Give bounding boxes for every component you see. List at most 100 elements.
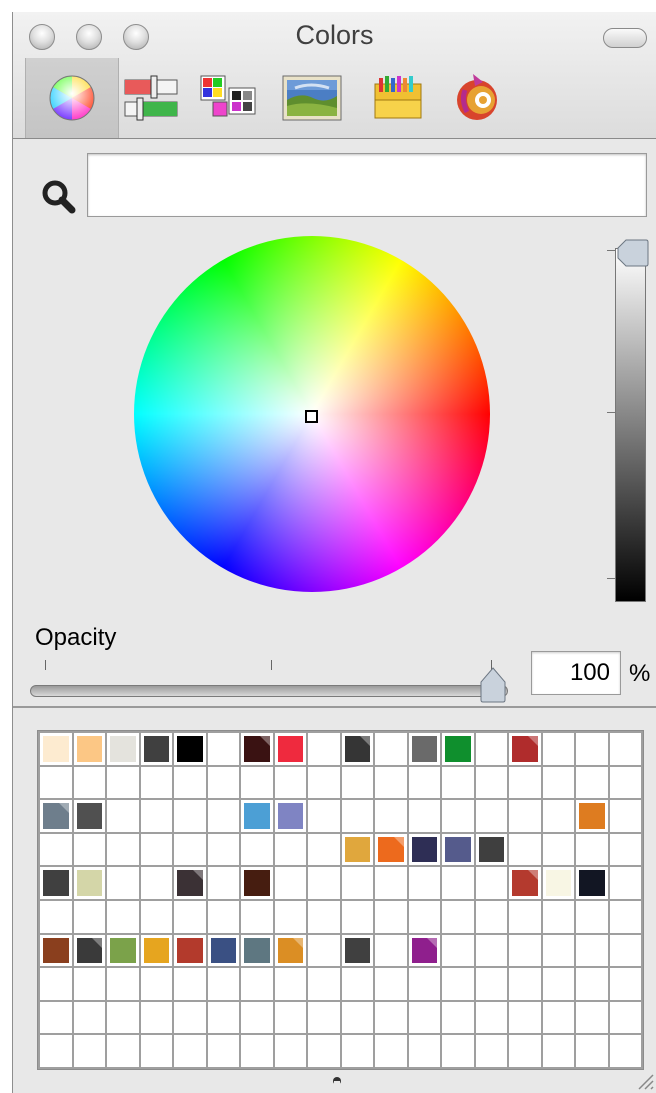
color-swatch[interactable] <box>110 937 136 964</box>
swatch-cell[interactable] <box>308 1001 340 1034</box>
swatch-cell[interactable] <box>408 1001 440 1034</box>
swatch-cell[interactable] <box>408 733 440 765</box>
swatch-cell[interactable] <box>174 1001 206 1034</box>
swatch-cell[interactable] <box>408 1035 440 1067</box>
swatch-cell[interactable] <box>442 867 474 899</box>
swatch-cell[interactable] <box>308 733 340 765</box>
swatch-cell[interactable] <box>241 968 273 1000</box>
swatch-cell[interactable] <box>609 766 641 799</box>
swatch-cell[interactable] <box>140 867 172 899</box>
swatch-cell[interactable] <box>576 867 608 899</box>
color-swatch[interactable] <box>344 836 370 863</box>
swatch-cell[interactable] <box>509 901 541 933</box>
swatch-cell[interactable] <box>140 1001 172 1034</box>
swatch-cell[interactable] <box>241 766 273 799</box>
image-palettes-tab[interactable] <box>281 68 345 128</box>
swatch-cell[interactable] <box>375 1035 407 1067</box>
swatch-cell[interactable] <box>174 800 206 832</box>
swatch-cell[interactable] <box>308 934 340 967</box>
swatch-cell[interactable] <box>308 968 340 1000</box>
color-swatch[interactable] <box>244 870 270 896</box>
swatch-cell[interactable] <box>576 833 608 866</box>
swatch-cell[interactable] <box>509 1035 541 1067</box>
swatch-cell[interactable] <box>40 833 72 866</box>
swatch-cell[interactable] <box>140 733 172 765</box>
swatch-cell[interactable] <box>375 934 407 967</box>
swatch-cell[interactable] <box>475 867 507 899</box>
search-input[interactable] <box>87 153 647 217</box>
swatch-cell[interactable] <box>274 733 306 765</box>
swatch-cell[interactable] <box>341 1001 373 1034</box>
swatch-cell[interactable] <box>509 766 541 799</box>
swatch-cell[interactable] <box>174 833 206 866</box>
swatch-cell[interactable] <box>576 934 608 967</box>
color-swatch[interactable] <box>277 736 303 762</box>
swatch-cell[interactable] <box>475 1001 507 1034</box>
swatch-cell[interactable] <box>509 968 541 1000</box>
color-swatch[interactable] <box>411 937 437 964</box>
swatch-cell[interactable] <box>609 867 641 899</box>
swatch-cell[interactable] <box>140 800 172 832</box>
swatch-cell[interactable] <box>609 934 641 967</box>
color-swatch[interactable] <box>344 937 370 964</box>
swatch-cell[interactable] <box>40 800 72 832</box>
brightness-slider-knob[interactable] <box>616 238 650 268</box>
swatch-cell[interactable] <box>73 766 105 799</box>
color-swatch[interactable] <box>545 870 571 896</box>
swatch-cell[interactable] <box>40 1035 72 1067</box>
swatch-cell[interactable] <box>274 766 306 799</box>
swatch-cell[interactable] <box>40 934 72 967</box>
swatch-cell[interactable] <box>576 800 608 832</box>
swatch-cell[interactable] <box>308 1035 340 1067</box>
swatch-cell[interactable] <box>274 867 306 899</box>
swatch-cell[interactable] <box>174 766 206 799</box>
swatch-cell[interactable] <box>509 934 541 967</box>
swatch-cell[interactable] <box>140 934 172 967</box>
swatch-cell[interactable] <box>140 901 172 933</box>
swatch-cell[interactable] <box>174 901 206 933</box>
swatch-cell[interactable] <box>408 934 440 967</box>
swatch-cell[interactable] <box>375 800 407 832</box>
swatch-cell[interactable] <box>442 901 474 933</box>
swatch-cell[interactable] <box>609 1001 641 1034</box>
swatch-cell[interactable] <box>107 867 139 899</box>
swatch-cell[interactable] <box>375 766 407 799</box>
swatch-cell[interactable] <box>308 901 340 933</box>
swatch-cell[interactable] <box>107 901 139 933</box>
swatch-cell[interactable] <box>107 934 139 967</box>
swatch-cell[interactable] <box>174 934 206 967</box>
color-swatch[interactable] <box>411 736 437 762</box>
swatch-cell[interactable] <box>73 901 105 933</box>
splitter-grip-icon[interactable] <box>331 1075 343 1087</box>
swatch-cell[interactable] <box>408 766 440 799</box>
swatch-cell[interactable] <box>341 833 373 866</box>
swatch-cell[interactable] <box>274 901 306 933</box>
color-swatch[interactable] <box>143 937 169 964</box>
swatch-cell[interactable] <box>207 901 239 933</box>
swatch-cell[interactable] <box>475 833 507 866</box>
color-swatch[interactable] <box>143 736 169 762</box>
swatch-cell[interactable] <box>341 934 373 967</box>
swatch-cell[interactable] <box>509 800 541 832</box>
swatch-cell[interactable] <box>375 901 407 933</box>
color-swatch[interactable] <box>76 803 102 829</box>
swatch-cell[interactable] <box>542 800 574 832</box>
swatch-cell[interactable] <box>40 1001 72 1034</box>
color-swatch[interactable] <box>277 803 303 829</box>
color-swatch[interactable] <box>76 937 102 964</box>
swatch-cell[interactable] <box>442 1001 474 1034</box>
color-wheel-cursor[interactable] <box>305 410 318 423</box>
color-swatch[interactable] <box>411 836 437 863</box>
color-swatch[interactable] <box>512 870 538 896</box>
swatch-cell[interactable] <box>509 867 541 899</box>
color-sliders-tab[interactable] <box>123 68 183 128</box>
swatch-cell[interactable] <box>241 1001 273 1034</box>
color-wheel-tab[interactable] <box>25 58 119 138</box>
swatch-cell[interactable] <box>274 934 306 967</box>
swatch-cell[interactable] <box>241 800 273 832</box>
swatch-cell[interactable] <box>73 733 105 765</box>
swatch-cell[interactable] <box>542 934 574 967</box>
swatch-cell[interactable] <box>542 833 574 866</box>
swatch-cell[interactable] <box>442 934 474 967</box>
color-swatch[interactable] <box>110 736 136 762</box>
